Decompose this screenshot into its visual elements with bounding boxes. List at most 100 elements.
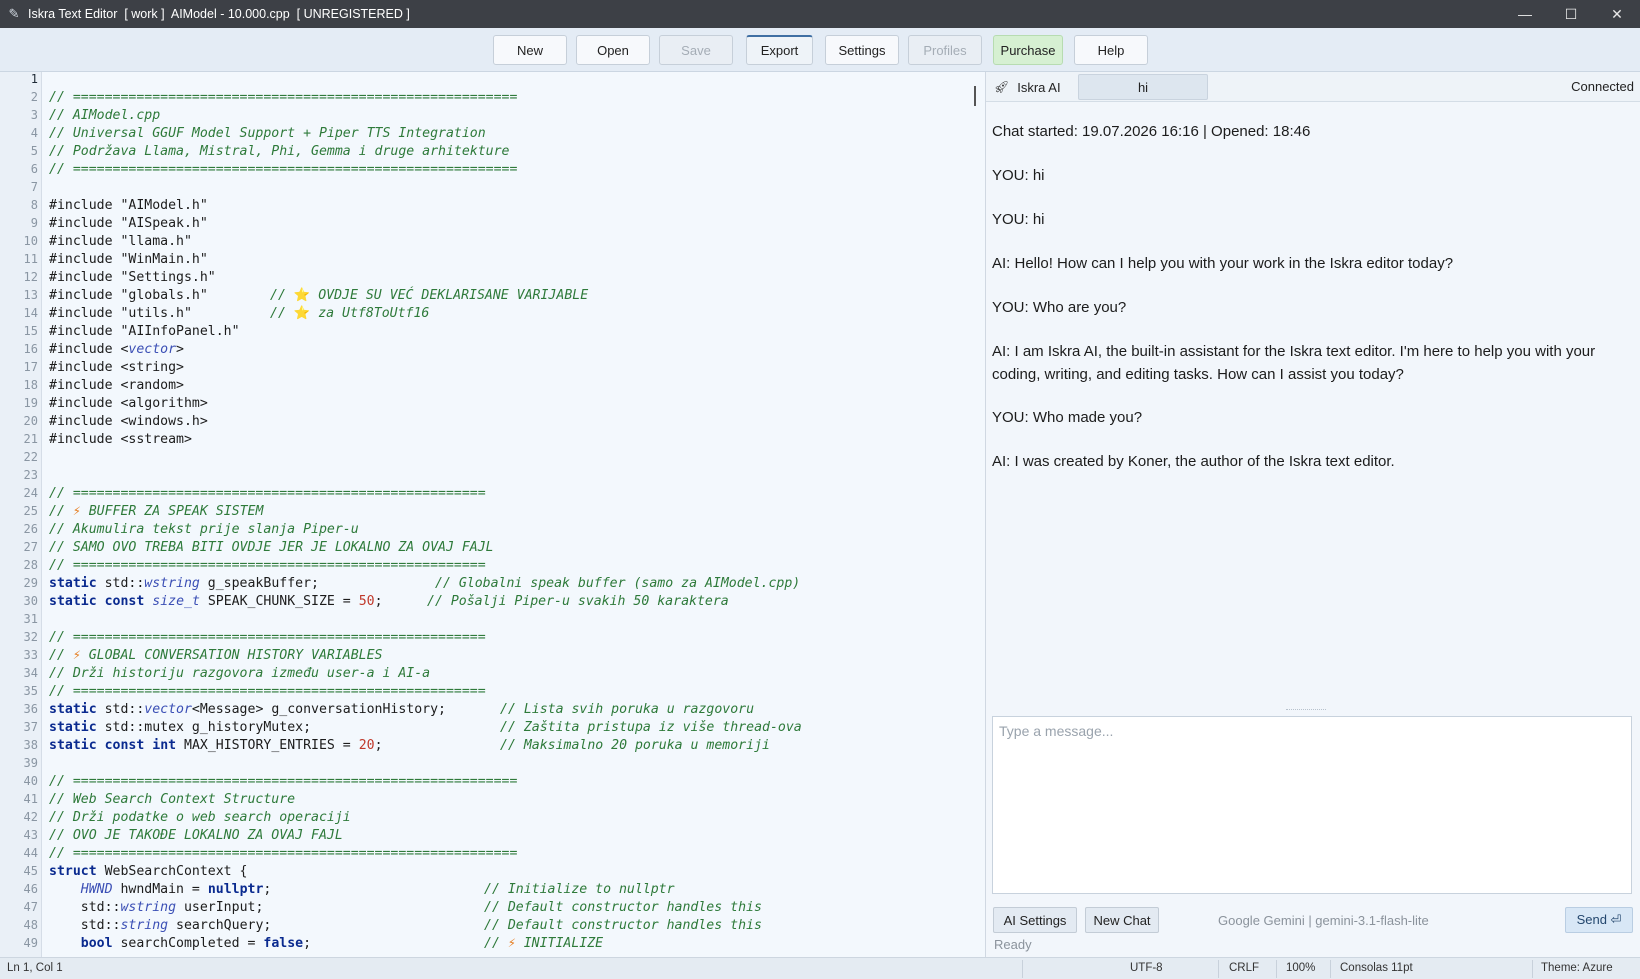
- line-number: 19: [23, 396, 38, 410]
- code-line[interactable]: bool searchCompleted = false;: [49, 936, 311, 951]
- toolbar: New Open Save Export Settings Profiles P…: [0, 28, 1640, 72]
- ai-tab-bar: 🚀︎ Iskra AI hi Connected: [986, 72, 1640, 102]
- line-number-gutter: 1 2 3 4 5 6 7 8 9 10 11 12 13 14 15 16 17 18 19 20 21 22 23 24 2…: [0, 72, 42, 957]
- code-line[interactable]: // =====================================…: [49, 774, 517, 789]
- chat-message: YOU: hi: [992, 167, 1045, 184]
- ai-settings-button[interactable]: AI Settings: [993, 907, 1077, 933]
- line-number: 48: [23, 918, 38, 932]
- line-number: 20: [23, 414, 38, 428]
- line-number: 39: [23, 756, 38, 770]
- new-chat-button[interactable]: New Chat: [1085, 907, 1159, 933]
- code-line[interactable]: // Universal GGUF Model Support + Piper …: [49, 126, 486, 141]
- line-number: 8: [30, 198, 38, 212]
- code-line[interactable]: #include "AISpeak.h": [49, 216, 208, 231]
- code-line[interactable]: // Drži podatke o web search operaciji: [49, 810, 351, 825]
- line-ending-indicator[interactable]: CRLF: [1229, 962, 1259, 974]
- code-line[interactable]: // =====================================…: [49, 684, 486, 699]
- code-line[interactable]: // =====================================…: [49, 162, 517, 177]
- minimize-icon[interactable]: —: [1502, 0, 1548, 28]
- code-editor[interactable]: 1 2 3 4 5 6 7 8 9 10 11 12 13 14 15 16 17 18 19 20 21 22 23 24 2…: [0, 72, 985, 957]
- code-line[interactable]: // ⚡ GLOBAL CONVERSATION HISTORY VARIABL…: [49, 648, 382, 663]
- export-button[interactable]: Export: [746, 35, 813, 65]
- code-line[interactable]: #include "llama.h": [49, 234, 192, 249]
- code-line[interactable]: #include <string>: [49, 360, 184, 375]
- theme-indicator[interactable]: Theme: Azure: [1541, 962, 1613, 974]
- code-line[interactable]: // Akumulira tekst prije slanja Piper-u: [49, 522, 359, 537]
- tab-chat-hi[interactable]: hi: [1078, 74, 1208, 100]
- tab-iskra-ai[interactable]: 🚀︎ Iskra AI: [994, 76, 1061, 98]
- code-line[interactable]: static std::mutex g_historyMutex;: [49, 720, 311, 735]
- resize-grip[interactable]: [1286, 709, 1326, 712]
- encoding-indicator[interactable]: UTF-8: [1130, 962, 1163, 974]
- code-line[interactable]: // Web Search Context Structure: [49, 792, 295, 807]
- line-number: 3: [30, 108, 38, 122]
- code-line[interactable]: #include <windows.h>: [49, 414, 208, 429]
- code-line[interactable]: // AIModel.cpp: [49, 108, 160, 123]
- code-comment: // Lista svih poruka u razgovoru: [500, 702, 755, 717]
- code-line[interactable]: // =====================================…: [49, 486, 486, 501]
- line-number: 21: [23, 432, 38, 446]
- close-icon[interactable]: ✕: [1594, 0, 1640, 28]
- code-line[interactable]: static const int MAX_HISTORY_ENTRIES = 2…: [49, 738, 383, 753]
- code-line[interactable]: HWND hwndMain = nullptr;: [49, 882, 272, 897]
- code-comment: // Globalni speak buffer (samo za AIMode…: [435, 576, 801, 591]
- ai-panel: 🚀︎ Iskra AI hi Connected Chat started: 1…: [986, 72, 1640, 957]
- maximize-icon[interactable]: ☐: [1548, 0, 1594, 28]
- line-number: 47: [23, 900, 38, 914]
- code-line[interactable]: #include "globals.h": [49, 288, 208, 303]
- help-button[interactable]: Help: [1074, 35, 1148, 65]
- line-number: 10: [23, 234, 38, 248]
- code-comment: // Default constructor handles this: [484, 918, 762, 933]
- code-line[interactable]: // =====================================…: [49, 558, 486, 573]
- line-number: 22: [23, 450, 38, 464]
- profiles-button[interactable]: Profiles: [908, 35, 982, 65]
- chat-message: AI: I am Iskra AI, the built-in assistan…: [992, 343, 1596, 383]
- message-input-box[interactable]: [992, 716, 1632, 894]
- send-button[interactable]: Send ⏎: [1565, 907, 1633, 933]
- editor-scrollbar[interactable]: [974, 86, 976, 106]
- code-line[interactable]: #include <random>: [49, 378, 184, 393]
- code-line[interactable]: // =====================================…: [49, 846, 517, 861]
- code-line[interactable]: // =====================================…: [49, 90, 517, 105]
- code-line[interactable]: #include "WinMain.h": [49, 252, 208, 267]
- code-line[interactable]: // Podržava Llama, Mistral, Phi, Gemma i…: [49, 144, 510, 159]
- code-line[interactable]: // SAMO OVO TREBA BITI OVDJE JER JE LOKA…: [49, 540, 494, 555]
- code-line[interactable]: #include <algorithm>: [49, 396, 208, 411]
- open-button[interactable]: Open: [576, 35, 650, 65]
- line-number: 16: [23, 342, 38, 356]
- code-line[interactable]: #include <vector>: [49, 342, 184, 357]
- chat-message: YOU: Who are you?: [992, 299, 1127, 316]
- line-number: 12: [23, 270, 38, 284]
- code-line[interactable]: #include "Settings.h": [49, 270, 216, 285]
- code-line[interactable]: struct WebSearchContext {: [49, 864, 248, 879]
- new-button[interactable]: New: [493, 35, 567, 65]
- code-line[interactable]: // ⚡ BUFFER ZA SPEAK SISTEM: [49, 504, 263, 519]
- code-line[interactable]: static std::vector<Message> g_conversati…: [49, 702, 446, 717]
- connection-status: Connected: [1571, 79, 1634, 94]
- settings-button[interactable]: Settings: [825, 35, 899, 65]
- code-line[interactable]: #include "utils.h": [49, 306, 192, 321]
- code-line[interactable]: #include "AIInfoPanel.h": [49, 324, 240, 339]
- line-number: 5: [30, 144, 38, 158]
- line-number: 27: [23, 540, 38, 554]
- code-line[interactable]: // Drži historiju razgovora između user-…: [49, 666, 430, 681]
- line-number: 26: [23, 522, 38, 536]
- purchase-button[interactable]: Purchase: [993, 35, 1063, 65]
- chat-message: YOU: hi: [992, 211, 1045, 228]
- zoom-indicator[interactable]: 100%: [1286, 962, 1315, 974]
- message-input[interactable]: [993, 717, 1631, 745]
- code-line[interactable]: static std::wstring g_speakBuffer;: [49, 576, 319, 591]
- line-number: 30: [23, 594, 38, 608]
- code-line[interactable]: // =====================================…: [49, 630, 486, 645]
- code-line[interactable]: static const size_t SPEAK_CHUNK_SIZE = 5…: [49, 594, 383, 609]
- line-number: 23: [23, 468, 38, 482]
- ai-status-text: Ready: [994, 937, 1032, 952]
- code-line[interactable]: #include <sstream>: [49, 432, 192, 447]
- code-line[interactable]: #include "AIModel.h": [49, 198, 208, 213]
- font-indicator[interactable]: Consolas 11pt: [1340, 962, 1413, 974]
- line-number: 35: [23, 684, 38, 698]
- code-line[interactable]: std::string searchQuery;: [49, 918, 272, 933]
- code-line[interactable]: // OVO JE TAKOĐE LOKALNO ZA OVAJ FAJL: [49, 828, 343, 843]
- save-button[interactable]: Save: [659, 35, 733, 65]
- code-line[interactable]: std::wstring userInput;: [49, 900, 264, 915]
